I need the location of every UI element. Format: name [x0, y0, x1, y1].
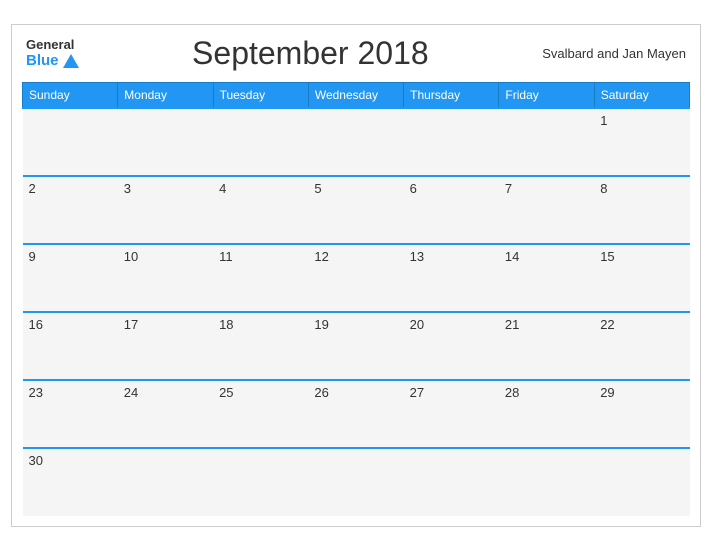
- day-number: 13: [410, 249, 424, 264]
- day-number: 15: [600, 249, 614, 264]
- day-number: 12: [314, 249, 328, 264]
- day-number: 22: [600, 317, 614, 332]
- header-saturday: Saturday: [594, 82, 689, 108]
- calendar-day-cell: 29: [594, 380, 689, 448]
- calendar-week-row: 9 10 11 12 13 14 15: [23, 244, 690, 312]
- calendar-day-cell: 11: [213, 244, 308, 312]
- calendar-week-row: 23 24 25 26 27 28 29: [23, 380, 690, 448]
- calendar-header: General Blue September 2018 Svalbard and…: [22, 35, 690, 72]
- day-number: 21: [505, 317, 519, 332]
- day-number: 17: [124, 317, 138, 332]
- calendar-day-cell: 30: [23, 448, 118, 516]
- day-number: 23: [29, 385, 43, 400]
- logo-general-text: General: [26, 37, 74, 52]
- calendar-day-cell: 17: [118, 312, 213, 380]
- logo-blue-text: Blue: [26, 52, 79, 69]
- day-number: 5: [314, 181, 321, 196]
- calendar-day-cell: [118, 108, 213, 176]
- calendar-day-cell: 10: [118, 244, 213, 312]
- calendar-day-cell: 19: [308, 312, 403, 380]
- calendar-week-row: 16 17 18 19 20 21 22: [23, 312, 690, 380]
- calendar-day-cell: 4: [213, 176, 308, 244]
- header-wednesday: Wednesday: [308, 82, 403, 108]
- calendar-day-cell: 12: [308, 244, 403, 312]
- day-number: 25: [219, 385, 233, 400]
- calendar-day-cell: 18: [213, 312, 308, 380]
- calendar-day-cell: [118, 448, 213, 516]
- calendar-day-cell: 15: [594, 244, 689, 312]
- day-number: 3: [124, 181, 131, 196]
- logo-area: General Blue: [26, 37, 79, 69]
- day-number: 9: [29, 249, 36, 264]
- day-number: 19: [314, 317, 328, 332]
- logo-triangle-icon: [63, 54, 79, 68]
- day-number: 28: [505, 385, 519, 400]
- calendar-day-cell: [404, 448, 499, 516]
- calendar-week-row: 1: [23, 108, 690, 176]
- header-sunday: Sunday: [23, 82, 118, 108]
- day-number: 10: [124, 249, 138, 264]
- header-tuesday: Tuesday: [213, 82, 308, 108]
- calendar-day-cell: 28: [499, 380, 594, 448]
- calendar-day-cell: 23: [23, 380, 118, 448]
- header-friday: Friday: [499, 82, 594, 108]
- calendar-week-row: 2 3 4 5 6 7 8: [23, 176, 690, 244]
- calendar-day-cell: [308, 108, 403, 176]
- day-number: 7: [505, 181, 512, 196]
- calendar-day-cell: 22: [594, 312, 689, 380]
- day-number: 8: [600, 181, 607, 196]
- day-number: 29: [600, 385, 614, 400]
- calendar-day-cell: [23, 108, 118, 176]
- day-number: 6: [410, 181, 417, 196]
- calendar-day-cell: 21: [499, 312, 594, 380]
- calendar-container: General Blue September 2018 Svalbard and…: [11, 24, 701, 527]
- day-number: 20: [410, 317, 424, 332]
- day-number: 1: [600, 113, 607, 128]
- calendar-day-cell: 13: [404, 244, 499, 312]
- day-number: 27: [410, 385, 424, 400]
- calendar-week-row: 30: [23, 448, 690, 516]
- day-number: 30: [29, 453, 43, 468]
- calendar-day-cell: 27: [404, 380, 499, 448]
- calendar-day-cell: [499, 448, 594, 516]
- calendar-day-cell: 7: [499, 176, 594, 244]
- calendar-day-cell: 24: [118, 380, 213, 448]
- calendar-day-cell: 14: [499, 244, 594, 312]
- calendar-day-cell: [213, 108, 308, 176]
- region-label: Svalbard and Jan Mayen: [542, 46, 686, 61]
- day-number: 14: [505, 249, 519, 264]
- calendar-day-cell: 1: [594, 108, 689, 176]
- day-number: 11: [219, 249, 233, 264]
- calendar-day-cell: [213, 448, 308, 516]
- calendar-day-cell: [594, 448, 689, 516]
- calendar-grid: Sunday Monday Tuesday Wednesday Thursday…: [22, 82, 690, 516]
- calendar-day-cell: 6: [404, 176, 499, 244]
- calendar-day-cell: [404, 108, 499, 176]
- day-number: 2: [29, 181, 36, 196]
- day-number: 4: [219, 181, 226, 196]
- day-number: 26: [314, 385, 328, 400]
- calendar-day-cell: 5: [308, 176, 403, 244]
- calendar-day-cell: 3: [118, 176, 213, 244]
- weekday-header-row: Sunday Monday Tuesday Wednesday Thursday…: [23, 82, 690, 108]
- calendar-title: September 2018: [79, 35, 543, 72]
- day-number: 18: [219, 317, 233, 332]
- calendar-day-cell: 8: [594, 176, 689, 244]
- calendar-day-cell: [499, 108, 594, 176]
- calendar-day-cell: [308, 448, 403, 516]
- calendar-day-cell: 20: [404, 312, 499, 380]
- calendar-day-cell: 26: [308, 380, 403, 448]
- calendar-day-cell: 9: [23, 244, 118, 312]
- header-monday: Monday: [118, 82, 213, 108]
- day-number: 24: [124, 385, 138, 400]
- calendar-day-cell: 16: [23, 312, 118, 380]
- day-number: 16: [29, 317, 43, 332]
- calendar-day-cell: 25: [213, 380, 308, 448]
- calendar-day-cell: 2: [23, 176, 118, 244]
- header-thursday: Thursday: [404, 82, 499, 108]
